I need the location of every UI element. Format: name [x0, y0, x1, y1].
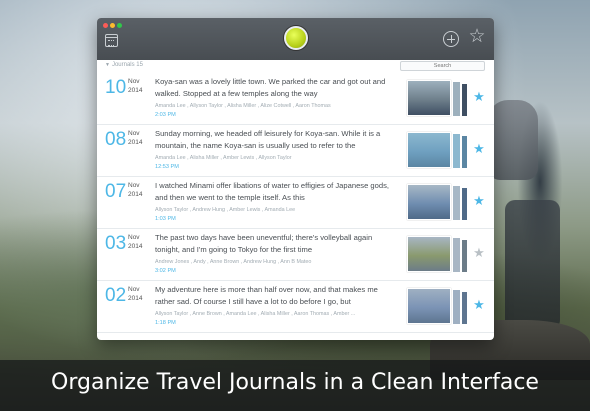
entry-photo-thumbnail-tertiary: [461, 135, 468, 169]
favorite-star-empty-icon[interactable]: ★: [472, 246, 486, 260]
journal-entry-row[interactable]: 08 Nov 2014 Sunday morning, we headed off l…: [97, 126, 494, 177]
favorite-star-filled-icon[interactable]: ★: [472, 298, 486, 312]
disclosure-triangle-icon[interactable]: ▼: [105, 62, 110, 68]
entry-day: 03: [105, 233, 127, 254]
entry-photo-thumbnail: [407, 80, 451, 116]
entry-time: 12:53 PM: [155, 164, 179, 170]
entry-time: 2:03 PM: [155, 112, 176, 118]
entry-photo-thumbnail-tertiary: [461, 83, 468, 117]
entry-month: Nov: [128, 78, 140, 85]
list-header: ▼ Journals 15: [97, 60, 494, 74]
entry-photo-thumbnail: [407, 288, 451, 324]
entry-year: 2014: [128, 295, 143, 302]
zoom-window-button[interactable]: [117, 23, 122, 28]
minimize-window-button[interactable]: [110, 23, 115, 28]
entry-people: Allyson Taylor , Andrew Hung , Amber Lew…: [155, 207, 296, 213]
journal-entry-row[interactable]: 03 Nov 2014 The past two days have been une…: [97, 230, 494, 281]
entry-photo-thumbnail-tertiary: [461, 239, 468, 273]
entry-time: 3:02 PM: [155, 268, 176, 274]
section-label-text: Journals 15: [111, 62, 143, 68]
calendar-icon[interactable]: [105, 34, 118, 47]
entry-month: Nov: [128, 182, 140, 189]
entry-photo-thumbnail-tertiary: [461, 187, 468, 221]
entry-people: Allyson Taylor , Anne Brown , Amanda Lee…: [155, 311, 356, 317]
entry-day: 08: [105, 129, 127, 150]
entry-photo-thumbnail: [407, 184, 451, 220]
entry-time: 1:03 PM: [155, 216, 176, 222]
background-backpack: [488, 100, 538, 180]
entry-excerpt: The past two days have been uneventful; …: [155, 233, 373, 254]
star-icon[interactable]: ☆: [467, 27, 487, 47]
favorite-star-filled-icon[interactable]: ★: [472, 90, 486, 104]
entry-time: 1:18 PM: [155, 320, 176, 326]
app-window: ☆ ▼Journals 15 10Nov2014Koya-san was a l…: [97, 18, 494, 340]
entry-day: 02: [105, 285, 127, 306]
entry-year: 2014: [128, 87, 143, 94]
entry-month: Nov: [128, 130, 140, 137]
journal-entry-row[interactable]: 10 Nov 2014 Koya-san was a lovely little to…: [97, 74, 494, 125]
favorite-star-filled-icon[interactable]: ★: [472, 142, 486, 156]
search-input[interactable]: [400, 61, 485, 71]
entry-photo-thumbnail-secondary: [452, 133, 461, 169]
entry-photo-thumbnail-secondary: [452, 289, 461, 325]
entry-photo-thumbnail-secondary: [452, 81, 461, 117]
journal-entry-row[interactable]: 02 Nov 2014 My adventure here is more than …: [97, 282, 494, 333]
add-circle-icon[interactable]: [443, 31, 459, 47]
entry-photo-thumbnail: [407, 132, 451, 168]
app-logo-icon[interactable]: [284, 26, 308, 50]
entry-photo-stack[interactable]: [407, 184, 469, 222]
entry-photo-thumbnail-secondary: [452, 237, 461, 273]
entry-excerpt: Sunday morning, we headed off leisurely …: [155, 129, 381, 150]
entry-excerpt: My adventure here is more than half over…: [155, 285, 378, 306]
journal-entry-row[interactable]: 07 Nov 2014 I watched Minami offer libation…: [97, 178, 494, 229]
entry-photo-thumbnail-secondary: [452, 185, 461, 221]
caption-text: Organize Travel Journals in a Clean Inte…: [51, 370, 539, 395]
entry-year: 2014: [128, 139, 143, 146]
entry-excerpt: Koya-san was a lovely little town. We pa…: [155, 77, 386, 98]
entry-day: 07: [105, 181, 127, 202]
entry-day: 10: [105, 77, 127, 98]
entry-photo-stack[interactable]: [407, 80, 469, 118]
titlebar: ☆: [97, 18, 494, 60]
entry-people: Amanda Lee , Alisha Miller , Amber Lewis…: [155, 155, 292, 161]
entry-photo-stack[interactable]: [407, 288, 469, 326]
entry-people: Andrew Jones , Andy , Anne Brown , Andre…: [155, 259, 312, 265]
entry-excerpt: I watched Minami offer libations of wate…: [155, 181, 389, 202]
close-window-button[interactable]: [103, 23, 108, 28]
entry-month: Nov: [128, 286, 140, 293]
background-hiker-legs: [505, 200, 560, 330]
entry-photo-stack[interactable]: [407, 132, 469, 170]
section-label[interactable]: ▼ Journals 15: [105, 62, 143, 68]
entry-photo-thumbnail: [407, 236, 451, 272]
entry-month: Nov: [128, 234, 140, 241]
favorite-star-filled-icon[interactable]: ★: [472, 194, 486, 208]
entry-people: Amanda Lee , Allyson Taylor , Alisha Mil…: [155, 103, 331, 109]
entry-year: 2014: [128, 191, 143, 198]
entry-year: 2014: [128, 243, 143, 250]
entry-photo-stack[interactable]: [407, 236, 469, 274]
entry-photo-thumbnail-tertiary: [461, 291, 468, 325]
